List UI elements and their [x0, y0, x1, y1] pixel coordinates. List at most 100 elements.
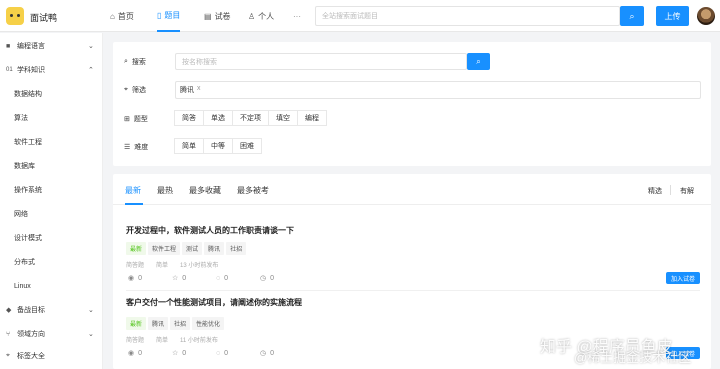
- tag[interactable]: 性能优化: [192, 317, 225, 330]
- toggle-divider: [670, 185, 671, 195]
- sidebar-item-database[interactable]: 数据库: [0, 159, 103, 173]
- tab-hottest[interactable]: 最热: [157, 185, 173, 196]
- branch-icon: ⑂: [6, 330, 11, 338]
- more-menu[interactable]: ···: [293, 0, 301, 32]
- nav-papers[interactable]: ▤ 试卷: [204, 0, 231, 32]
- nav-questions[interactable]: ▯ 题目: [157, 0, 181, 32]
- question-type: 简答题: [126, 338, 145, 344]
- nav-home[interactable]: ⌂ 首页: [110, 0, 134, 32]
- tag[interactable]: 腾讯: [148, 317, 169, 330]
- question-type: 简答题: [126, 263, 145, 269]
- views-count: 0: [138, 274, 143, 282]
- sidebar-item-domains[interactable]: ⑂ 领域方向 ⌄: [0, 327, 103, 341]
- sidebar-item-os[interactable]: 操作系统: [0, 183, 103, 197]
- question-title[interactable]: 客户交付一个性能测试项目，请阐述你的实施流程: [126, 297, 302, 308]
- sidebar-item-languages[interactable]: ■ 编程语言 ⌄: [0, 39, 103, 53]
- sidebar-item-label: 领域方向: [17, 331, 45, 338]
- type-option-short-answer[interactable]: 简答: [174, 110, 204, 126]
- sidebar-item-distributed[interactable]: 分布式: [0, 255, 103, 269]
- sidebar-item-subjects[interactable]: 01 学科知识 ⌃: [0, 63, 103, 77]
- nav-profile[interactable]: ♙ 个人: [248, 0, 274, 32]
- list-icon: ☰: [124, 144, 131, 151]
- favorites-stat[interactable]: ☆ 0: [172, 274, 216, 283]
- difficulty-option-hard[interactable]: 困难: [232, 138, 262, 154]
- sidebar-item-label: 算法: [14, 115, 28, 122]
- global-search-button[interactable]: ⌕: [620, 6, 644, 26]
- brand-name[interactable]: 面试鸭: [30, 11, 57, 24]
- square-icon: ■: [6, 42, 11, 50]
- tag[interactable]: 测试: [182, 242, 203, 255]
- duck-logo-icon[interactable]: [6, 7, 24, 25]
- favorites-count: 0: [182, 274, 187, 282]
- sidebar-item-network[interactable]: 网络: [0, 207, 103, 221]
- tested-count: 0: [270, 274, 275, 282]
- sidebar-item-label: 数据库: [14, 163, 35, 170]
- comments-stat[interactable]: ◌ 0: [216, 274, 260, 282]
- question-time: 13 小时前发布: [180, 263, 219, 269]
- sidebar-item-label: 分布式: [14, 259, 35, 266]
- tested-stat: ◷ 0: [260, 274, 304, 283]
- has-answer-toggle[interactable]: 有解: [680, 186, 694, 196]
- tag-filter-input[interactable]: 腾讯 x: [175, 81, 701, 99]
- tag[interactable]: 腾讯: [204, 242, 225, 255]
- tag[interactable]: 最新: [126, 317, 147, 330]
- sidebar-item-label: 数据结构: [14, 91, 42, 98]
- type-option-coding[interactable]: 编程: [297, 110, 327, 126]
- comments-stat[interactable]: ◌ 0: [216, 349, 260, 357]
- nav-home-label: 首页: [117, 11, 134, 21]
- sidebar-item-design-patterns[interactable]: 设计模式: [0, 231, 103, 245]
- nav-papers-label: 试卷: [214, 11, 231, 21]
- tag[interactable]: 最新: [126, 242, 147, 255]
- page-scrollbar[interactable]: [715, 33, 720, 369]
- tab-most-favorited[interactable]: 最多收藏: [189, 185, 221, 196]
- type-option-fill-blank[interactable]: 填空: [268, 110, 298, 126]
- type-option-multi-choice[interactable]: 不定项: [232, 110, 269, 126]
- search-icon: ⌕: [124, 58, 128, 65]
- search-icon: ⌕: [476, 56, 481, 66]
- upload-button[interactable]: 上传: [656, 6, 689, 26]
- favorites-stat[interactable]: ☆ 0: [172, 349, 216, 358]
- tag[interactable]: 软件工程: [148, 242, 181, 255]
- close-icon[interactable]: x: [197, 85, 201, 95]
- filter-panel: ⌕ 搜索 按名称搜索 ⌕ ⌖ 筛选 腾讯 x ⊞ 题型 简答 单选 不定项 填空…: [113, 42, 711, 166]
- sidebar-item-linux[interactable]: Linux: [0, 279, 103, 293]
- question-search-input[interactable]: 按名称搜索: [175, 53, 467, 70]
- add-to-paper-button[interactable]: 加入试卷: [666, 272, 700, 284]
- featured-toggle[interactable]: 精选: [648, 186, 662, 196]
- question-search-button[interactable]: ⌕: [467, 53, 490, 70]
- sidebar-item-algorithms[interactable]: 算法: [0, 111, 103, 125]
- sidebar-item-label: 操作系统: [14, 187, 42, 194]
- comments-count: 0: [224, 274, 229, 282]
- sidebar-item-label: 学科知识: [17, 67, 45, 74]
- home-icon: ⌂: [110, 11, 115, 21]
- type-option-single-choice[interactable]: 单选: [203, 110, 233, 126]
- tab-latest[interactable]: 最新: [125, 185, 141, 196]
- question-difficulty: 简单: [156, 263, 169, 269]
- avatar[interactable]: [697, 7, 715, 25]
- tag[interactable]: 社招: [170, 317, 191, 330]
- difficulty-option-medium[interactable]: 中等: [203, 138, 233, 154]
- tag[interactable]: 社招: [226, 242, 247, 255]
- tag-icon: ⌖: [6, 352, 10, 359]
- eye-icon: ◉: [128, 350, 135, 357]
- views-stat: ◉ 0: [128, 274, 172, 283]
- sidebar-item-software-engineering[interactable]: 软件工程: [0, 135, 103, 149]
- difficulty-option-easy[interactable]: 简单: [174, 138, 204, 154]
- favorites-count: 0: [182, 349, 187, 357]
- chevron-up-icon: ⌃: [88, 67, 94, 74]
- sidebar-item-tags[interactable]: ⌖ 标签大全: [0, 349, 103, 363]
- global-search-input[interactable]: 全站搜索面试题目: [315, 6, 620, 26]
- question-title[interactable]: 开发过程中，软件测试人员的工作职责请谈一下: [126, 225, 294, 236]
- sidebar-item-data-structures[interactable]: 数据结构: [0, 87, 103, 101]
- views-count: 0: [138, 349, 143, 357]
- question-stats: ◉ 0 ☆ 0 ◌ 0 ◷ 0: [128, 349, 304, 358]
- question-meta: 简答题 简单 13 小时前发布: [126, 260, 230, 269]
- sidebar-item-label: 网络: [14, 211, 28, 218]
- sidebar-item-goals[interactable]: ◆ 备战目标 ⌄: [0, 303, 103, 317]
- sidebar-item-label: 标签大全: [17, 353, 45, 360]
- chevron-down-icon: ⌄: [88, 331, 94, 338]
- nav-profile-label: 个人: [258, 11, 275, 21]
- tab-most-tested[interactable]: 最多被考: [237, 185, 269, 196]
- filter-chip-label: 腾讯: [180, 87, 194, 94]
- filter-row-label: ⌖ 筛选: [124, 85, 146, 95]
